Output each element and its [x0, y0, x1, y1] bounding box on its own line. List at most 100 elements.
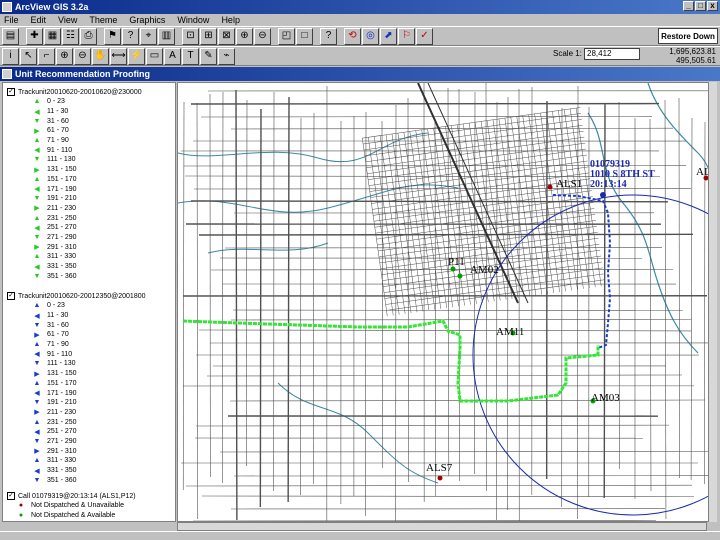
street-line [195, 424, 670, 427]
hotlink-tool-icon[interactable]: ⚡ [128, 47, 145, 65]
legend-range-label: 111 - 130 [47, 156, 76, 164]
theme-0[interactable]: ✓ Trackunit20010620-20010620@230000 ▲ 0 - 2… [3, 87, 175, 281]
view-title: Unit Recommendation Proofing [15, 69, 150, 79]
draw-icon[interactable]: ✎ [200, 47, 217, 65]
direction-arrow-icon: ◀ [34, 467, 40, 475]
map-display[interactable]: ALS1 ALS P11 AM02 AM11 AM03 ALS7 01079319 1010 S… [177, 82, 717, 522]
pan-icon[interactable]: ✋ [92, 47, 109, 65]
legend-range-label: 231 - 250 [47, 214, 77, 222]
text-icon[interactable]: T [182, 47, 199, 65]
unit-label: ALS1 [556, 178, 582, 190]
legend-row: ◀ 91 - 110 [3, 349, 175, 359]
legend-range-label: 151 - 170 [47, 379, 77, 387]
direction-arrow-icon: ◀ [34, 224, 40, 232]
menu-view[interactable]: View [58, 15, 77, 25]
direction-arrow-icon: ◀ [34, 428, 40, 436]
direction-arrow-icon: ◀ [34, 147, 40, 155]
theme-visibility-checkbox[interactable]: ✓ [7, 88, 15, 96]
vertex-edit-icon[interactable]: ⌐ [38, 47, 55, 65]
menu-graphics[interactable]: Graphics [129, 15, 165, 25]
legend-row: ◀ 331 - 350 [3, 466, 175, 476]
theme-visibility-checkbox[interactable]: ✓ [7, 492, 15, 500]
legend-range-label: 191 - 210 [47, 399, 77, 407]
direction-arrow-icon: ▲ [33, 175, 41, 183]
zoom-active-icon[interactable]: ⊞ [200, 27, 217, 45]
menu-help[interactable]: Help [221, 15, 240, 25]
route-icon[interactable]: ⟲ [344, 27, 361, 45]
pointer-icon[interactable]: ↖ [20, 47, 37, 65]
direction-arrow-icon: ▲ [33, 341, 41, 349]
label-icon[interactable]: A [164, 47, 181, 65]
zoom-in-icon[interactable]: ⊕ [236, 27, 253, 45]
clear-selection-icon[interactable]: □ [296, 27, 313, 45]
theme-header[interactable]: ✓ Trackunit20010620-20012350@2001800 [3, 291, 175, 301]
snap-icon[interactable]: ⌁ [218, 47, 235, 65]
identify-icon[interactable]: i [2, 47, 19, 65]
measure-icon[interactable]: ⟷ [110, 47, 127, 65]
theme-header[interactable]: ✓ Trackunit20010620-20010620@230000 [3, 87, 175, 97]
locate-address-icon[interactable]: ⌖ [140, 27, 157, 45]
street-line [185, 484, 693, 487]
table-of-contents: ✓ Trackunit20010620-20010620@230000 ▲ 0 - 2… [2, 82, 176, 522]
edit-legend-icon[interactable]: ☷ [62, 27, 79, 45]
incident-label: 20:13:14 [590, 179, 627, 190]
restore-down-button[interactable]: Restore Down [658, 28, 718, 44]
zoom-selected-icon[interactable]: ⊠ [218, 27, 235, 45]
map-canvas[interactable]: ALS1ALSP11AM02AM11AM03ALS7010793191010 S… [178, 83, 717, 522]
add-theme-icon[interactable]: ✚ [26, 27, 43, 45]
approve-icon[interactable]: ✓ [416, 27, 433, 45]
zoom-out-icon[interactable]: ⊖ [254, 27, 271, 45]
direction-arrow-icon: ▲ [33, 379, 41, 387]
menu-window[interactable]: Window [177, 15, 209, 25]
legend-row: ▼ 271 - 290 [3, 437, 175, 447]
theme-properties-icon[interactable]: ▦ [44, 27, 61, 45]
horizontal-scrollbar[interactable] [177, 522, 707, 531]
street-line [690, 117, 693, 481]
open-table-icon[interactable]: ▥ [158, 27, 175, 45]
unit-label: P11 [448, 256, 465, 268]
legend-row: ▲ 71 - 90 [3, 340, 175, 350]
theme-visibility-checkbox[interactable]: ✓ [7, 292, 15, 300]
theme-2[interactable]: ✓ Call 01079319@20:13:14 (ALS1,P12) ● Not D… [3, 491, 175, 520]
legend-row: ▶ 211 - 230 [3, 204, 175, 214]
legend-row: ▲ 71 - 90 [3, 136, 175, 146]
view-titlebar: Unit Recommendation Proofing [0, 67, 720, 81]
map-coordinates: 1,695,623.81 495,505.61 [669, 47, 716, 65]
recommend-icon[interactable]: ⬈ [380, 27, 397, 45]
print-icon[interactable]: ⎙ [80, 27, 97, 45]
theme-1[interactable]: ✓ Trackunit20010620-20012350@2001800 ▲ 0 - … [3, 291, 175, 485]
menu-file[interactable]: File [4, 15, 19, 25]
legend-row: ◀ 11 - 30 [3, 107, 175, 117]
legend-row: ▲ 231 - 250 [3, 417, 175, 427]
incident-icon[interactable]: ⚐ [398, 27, 415, 45]
zoom-out-tool-icon[interactable]: ⊖ [74, 47, 91, 65]
menu-edit[interactable]: Edit [31, 15, 47, 25]
help-icon[interactable]: ? [320, 27, 337, 45]
menu-theme[interactable]: Theme [89, 15, 117, 25]
select-features-icon[interactable]: ◰ [278, 27, 295, 45]
legend-range-label: 31 - 60 [47, 321, 69, 329]
canal-line [277, 382, 439, 484]
legend-row: ▼ 191 - 210 [3, 194, 175, 204]
theme-header[interactable]: ✓ Call 01079319@20:13:14 (ALS1,P12) [3, 491, 175, 501]
hotlink-icon[interactable]: ⚑ [104, 27, 121, 45]
unit-label: AM11 [496, 326, 524, 338]
maximize-button[interactable]: □ [695, 1, 706, 11]
legend-row: ● Not Dispatched & Unavailable [3, 501, 175, 511]
scale-input[interactable]: 28,412 [584, 48, 640, 60]
legend-row: ◀ 331 - 350 [3, 262, 175, 272]
minimize-button[interactable]: _ [683, 1, 694, 11]
legend-range-label: 0 - 23 [47, 98, 65, 106]
zoom-in-tool-icon[interactable]: ⊕ [56, 47, 73, 65]
query-builder-icon[interactable]: ? [122, 27, 139, 45]
close-button[interactable]: x [707, 1, 718, 11]
vertical-scrollbar[interactable] [708, 82, 717, 522]
zoom-full-icon[interactable]: ⊡ [182, 27, 199, 45]
area-of-interest-icon[interactable]: ▭ [146, 47, 163, 65]
legend-row: ▲ 231 - 250 [3, 213, 175, 223]
unit-track-icon[interactable]: ◎ [362, 27, 379, 45]
legend-range-label: 131 - 150 [47, 166, 77, 174]
save-project-icon[interactable]: ▤ [2, 27, 19, 45]
direction-arrow-icon: ▲ [33, 418, 41, 426]
street-line [198, 233, 694, 236]
